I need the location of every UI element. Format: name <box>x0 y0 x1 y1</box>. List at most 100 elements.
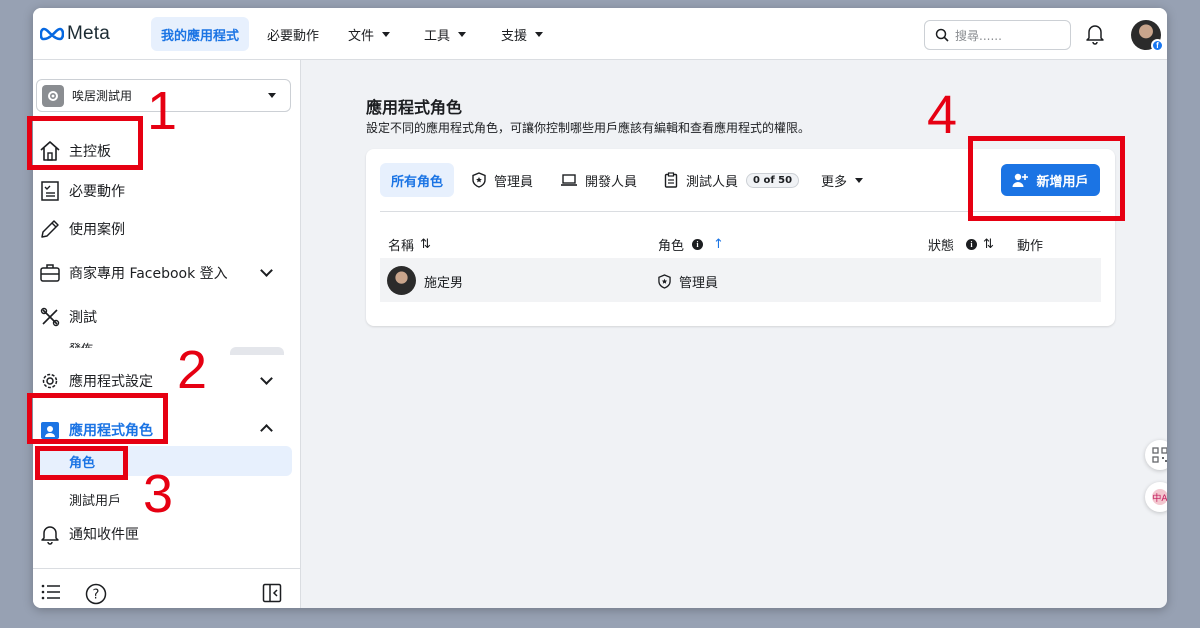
sidebar-item-label: 應用程式設定 <box>69 374 153 390</box>
tester-count-badge: 0 of 50 <box>746 172 800 188</box>
annotation-number: 1 <box>147 81 178 141</box>
caret-down-icon <box>458 31 467 37</box>
profile-avatar[interactable]: f <box>1131 20 1164 52</box>
chevron-up-icon[interactable] <box>260 424 273 437</box>
sidebar-item-label: 必要動作 <box>69 184 125 200</box>
annotation-box-app-roles <box>27 393 168 444</box>
user-role: 管理員 <box>658 272 718 291</box>
tools-icon <box>40 307 60 327</box>
nav-tab-label: 支援 <box>501 28 528 44</box>
sidebar-item-testing[interactable]: 測試 <box>39 306 97 328</box>
svg-text:?: ? <box>93 588 100 603</box>
app-gear-icon <box>42 84 64 107</box>
nav-tab-label: 我的應用程式 <box>161 28 240 44</box>
collapse-sidebar-icon[interactable] <box>262 583 282 607</box>
sort-icon[interactable]: ⇅ <box>420 237 431 252</box>
tab-label: 開發人員 <box>585 174 638 190</box>
caret-down-icon <box>855 177 864 183</box>
column-header-label: 動作 <box>1017 239 1044 254</box>
translate-icon[interactable]: 中A <box>1145 482 1167 512</box>
sort-ascending-icon[interactable]: ↑ <box>713 237 724 252</box>
sidebar-item-app-settings[interactable]: 應用程式設定 <box>39 370 153 392</box>
pencil-icon <box>41 220 59 238</box>
caret-down-icon <box>535 31 544 37</box>
tab-label: 更多 <box>821 174 848 190</box>
meta-infinity-icon <box>40 27 64 41</box>
checklist-icon <box>41 181 59 201</box>
nav-tab-support[interactable]: 支援 <box>491 17 553 51</box>
page-title: 應用程式角色 <box>366 98 463 117</box>
column-header-role[interactable]: 角色 i ↑ <box>658 235 724 254</box>
app-window: Meta 我的應用程式 必要動作 文件 工具 支援 搜尋...... f 唉居測… <box>33 8 1167 608</box>
nav-tab-required-actions[interactable]: 必要動作 <box>257 17 329 51</box>
caret-down-icon <box>382 31 391 37</box>
clipboard-icon <box>664 172 678 188</box>
nav-tab-my-apps[interactable]: 我的應用程式 <box>151 17 250 51</box>
nav-tab-label: 工具 <box>424 28 451 44</box>
tab-developers[interactable]: 開發人員 <box>561 163 637 197</box>
info-icon[interactable]: i <box>692 239 704 250</box>
nav-tab-label: 必要動作 <box>267 28 320 44</box>
chevron-down-icon[interactable] <box>260 372 273 385</box>
info-icon[interactable]: i <box>966 239 978 250</box>
sidebar-footer: ? <box>33 568 301 608</box>
tab-all-roles[interactable]: 所有角色 <box>380 163 455 197</box>
annotation-box-dashboard <box>27 116 143 170</box>
column-header-name[interactable]: 名稱 ⇅ <box>388 235 431 254</box>
avatar <box>387 266 416 295</box>
user-name: 施定男 <box>424 276 464 291</box>
sidebar-item-required-actions[interactable]: 必要動作 <box>39 180 125 202</box>
tab-testers[interactable]: 測試人員 0 of 50 <box>664 163 800 197</box>
annotation-number: 2 <box>177 340 208 400</box>
annotation-number: 4 <box>927 85 958 145</box>
sort-icon[interactable]: ⇅ <box>983 237 994 252</box>
shield-icon <box>472 172 486 188</box>
meta-logo[interactable]: Meta <box>40 23 110 45</box>
page-description: 設定不同的應用程式角色，可讓你控制哪些用戶應該有編輯和查看應用程式的權限。 <box>366 121 811 135</box>
facebook-badge-icon: f <box>1151 39 1164 52</box>
laptop-icon <box>561 174 577 186</box>
column-header-status[interactable]: 狀態 i ⇅ <box>928 235 994 254</box>
list-menu-icon[interactable] <box>41 583 61 605</box>
tab-more[interactable]: 更多 <box>821 163 864 197</box>
sidebar-item-label: 使用案例 <box>69 222 125 238</box>
nav-tab-label: 文件 <box>348 28 375 44</box>
nav-tab-tools[interactable]: 工具 <box>414 17 476 51</box>
tab-label: 測試人員 <box>686 174 739 190</box>
notifications-bell-icon[interactable] <box>1085 23 1105 49</box>
help-icon[interactable]: ? <box>85 583 107 608</box>
svg-text:中A: 中A <box>1152 492 1167 504</box>
sidebar-item-label: 測試 <box>69 310 97 326</box>
annotation-box-add-user <box>968 136 1125 221</box>
nav-tab-docs[interactable]: 文件 <box>338 17 400 51</box>
sidebar-item-label: 通知收件匣 <box>69 527 139 543</box>
top-navigation: Meta 我的應用程式 必要動作 文件 工具 支援 搜尋...... f <box>33 8 1167 60</box>
sidebar-item-notifications[interactable]: 通知收件匣 <box>39 523 139 545</box>
search-icon <box>935 28 949 42</box>
app-name: 唉居測試用 <box>72 89 133 103</box>
sidebar-subitem-label: 測試用戶 <box>69 494 122 509</box>
sidebar-item-business-login[interactable]: 商家專用 Facebook 登入 <box>39 262 228 284</box>
sidebar-item-label: 商家專用 Facebook 登入 <box>69 266 228 282</box>
table-row[interactable]: 施定男 管理員 <box>380 258 1101 302</box>
status-pill-partial <box>230 347 284 355</box>
sidebar-subitem-test-users[interactable]: 測試用戶 <box>69 490 121 509</box>
column-header-label: 名稱 <box>388 239 415 254</box>
caret-down-icon <box>268 93 276 98</box>
chevron-down-icon[interactable] <box>260 264 273 277</box>
tab-admins[interactable]: 管理員 <box>472 163 533 197</box>
qr-code-icon[interactable] <box>1145 440 1167 470</box>
annotation-number: 3 <box>143 464 174 524</box>
annotation-box-roles <box>35 446 128 480</box>
sidebar-item-use-cases[interactable]: 使用案例 <box>39 218 125 240</box>
tab-label: 所有角色 <box>391 174 444 190</box>
column-header-label: 狀態 <box>928 239 955 254</box>
column-header-label: 角色 <box>658 239 685 254</box>
search-input[interactable]: 搜尋...... <box>924 20 1071 50</box>
bell-icon <box>41 526 59 545</box>
sidebar-item-publish-partial: 發佈 <box>69 340 93 348</box>
shield-icon <box>658 274 671 289</box>
tab-label: 管理員 <box>494 174 534 190</box>
user-role-label: 管理員 <box>679 276 719 291</box>
logo-text: Meta <box>67 23 111 44</box>
